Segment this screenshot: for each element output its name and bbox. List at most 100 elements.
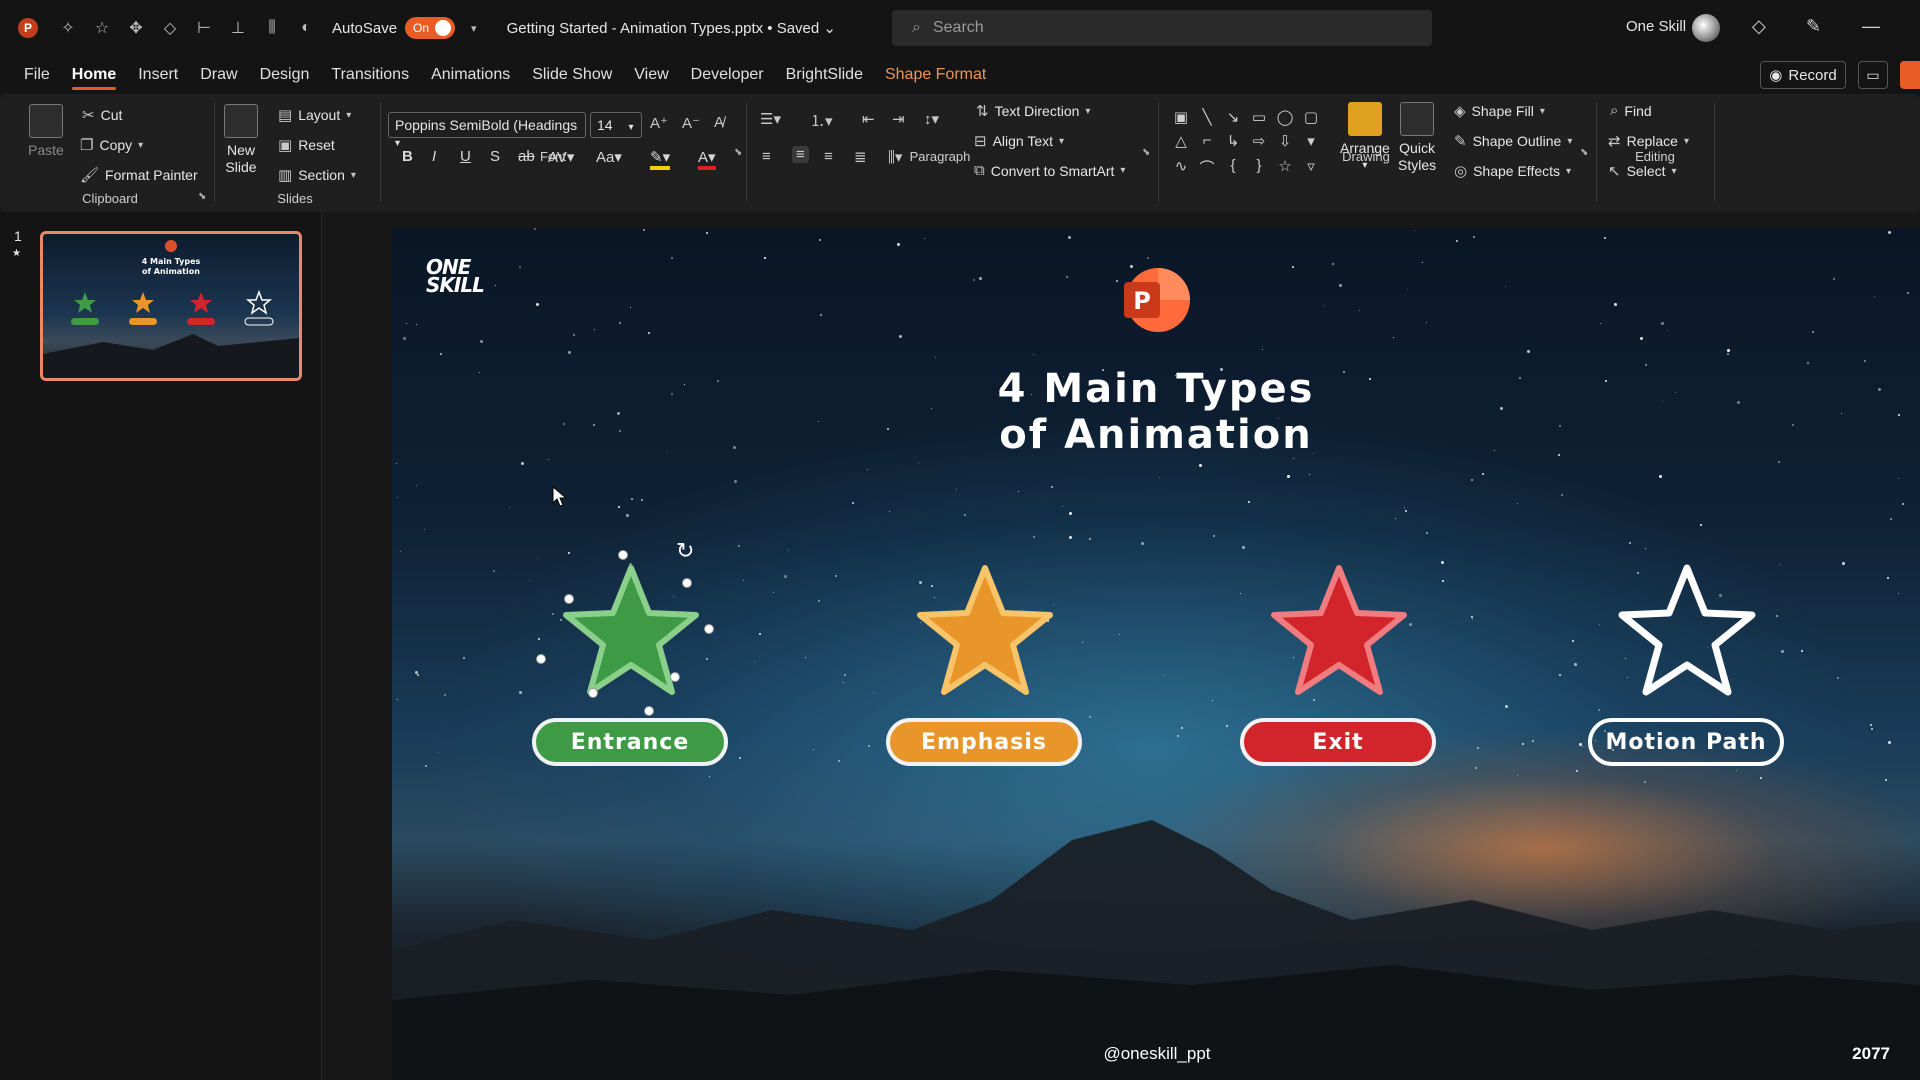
slide-title[interactable]: 4 Main Types of Animation	[806, 366, 1506, 458]
dialog-launcher-icon[interactable]: ⬊	[1142, 147, 1150, 158]
brace-right-shape-icon[interactable]: }	[1248, 157, 1270, 180]
motion-path-star[interactable]	[1612, 558, 1762, 708]
entrance-star[interactable]	[556, 558, 706, 708]
tab-shape-format[interactable]: Shape Format	[885, 60, 986, 90]
arrow-line-shape-icon[interactable]: ↘	[1222, 108, 1244, 128]
tab-file[interactable]: File	[24, 60, 50, 90]
brace-left-shape-icon[interactable]: {	[1222, 157, 1244, 180]
tab-developer[interactable]: Developer	[691, 60, 764, 90]
slide-thumbnail[interactable]: 4 Main Types of Animation	[40, 231, 302, 381]
paste-button[interactable]: Paste	[28, 104, 64, 159]
bullets-button[interactable]: ☰▾	[760, 110, 781, 128]
clear-formatting-button[interactable]: A̸	[714, 114, 724, 131]
star-dot	[897, 243, 901, 247]
curve-shape-icon[interactable]: ⌒	[1196, 157, 1218, 180]
tab-design[interactable]: Design	[260, 60, 310, 90]
exit-item[interactable]: Exit	[1240, 558, 1440, 798]
convert-smartart-button[interactable]: ⧉ Convert to SmartArt ▾	[974, 162, 1125, 179]
section-button[interactable]: ▥ Section ▾	[278, 166, 356, 184]
decrease-font-button[interactable]: A⁻	[682, 114, 700, 132]
more-shapes-icon[interactable]: ▾	[1300, 132, 1322, 152]
select-button[interactable]: ↖ Select ▾	[1608, 162, 1677, 180]
autosave: AutoSave On ▾	[332, 17, 477, 39]
tab-draw[interactable]: Draw	[200, 60, 237, 90]
align-left-icon[interactable]: ⊢	[194, 18, 214, 38]
dialog-launcher-icon[interactable]: ⬊	[1580, 147, 1588, 158]
chevron-down-icon: ▾	[395, 138, 401, 149]
tab-home[interactable]: Home	[71, 60, 117, 90]
shapes-gallery[interactable]: ▣ ╲ ↘ ▭ ◯ ▢ △ ⌐ ↳ ⇨ ⇩ ▾ ∿ ⌒ { } ☆ ▿	[1170, 108, 1326, 180]
slide[interactable]: ONE SKILL P 4 Main Types of Animation En…	[392, 228, 1920, 1080]
resize-handle[interactable]	[536, 654, 546, 664]
rectangle-shape-icon[interactable]: ▭	[1248, 108, 1270, 128]
increase-indent-button[interactable]: ⇥	[892, 110, 905, 128]
tab-view[interactable]: View	[634, 60, 668, 90]
distribute-icon[interactable]: ⫼	[262, 19, 282, 37]
align-center-icon[interactable]: ⊥	[228, 18, 248, 38]
right-arrow-shape-icon[interactable]: ⇨	[1248, 132, 1270, 152]
fill-icon[interactable]: ◐	[296, 19, 316, 37]
triangle-shape-icon[interactable]: △	[1170, 132, 1192, 152]
format-painter-button[interactable]: 🖌 Format Painter	[80, 166, 198, 184]
entrance-item[interactable]: Entrance ↻	[532, 538, 732, 798]
dialog-launcher-icon[interactable]: ⬊	[734, 147, 742, 158]
rounded-rect-shape-icon[interactable]: ▢	[1300, 108, 1322, 128]
exit-star[interactable]	[1264, 558, 1414, 708]
elbow-shape-icon[interactable]: ⌐	[1196, 132, 1218, 152]
tab-transitions[interactable]: Transitions	[331, 60, 409, 90]
align-text-button[interactable]: ⊟ Align Text ▾	[974, 132, 1064, 150]
textbox-shape-icon[interactable]: ▣	[1170, 108, 1192, 128]
magic-icon[interactable]: ✧	[58, 18, 78, 38]
increase-font-button[interactable]: A⁺	[650, 114, 668, 132]
font-family-select[interactable]: Poppins SemiBold (Headings ▾	[388, 112, 586, 149]
copy-button[interactable]: ❐ Copy ▾	[80, 136, 143, 154]
star-shape-icon[interactable]: ☆	[1274, 157, 1296, 180]
find-button[interactable]: ⌕ Find	[1610, 102, 1652, 119]
font-size-select[interactable]: 14 ▾	[590, 112, 642, 138]
expand-gallery-icon[interactable]: ▿	[1300, 157, 1322, 180]
numbering-button[interactable]: ⒈▾	[810, 110, 833, 131]
smartart-icon: ⧉	[974, 162, 985, 179]
comments-button[interactable]: ▭	[1858, 61, 1888, 89]
diamond-icon[interactable]: ◇	[1752, 16, 1766, 37]
elbow-arrow-shape-icon[interactable]: ↳	[1222, 132, 1244, 152]
pen-icon[interactable]: ✎	[1806, 16, 1821, 37]
emphasis-item[interactable]: Emphasis	[886, 558, 1086, 798]
freeform-shape-icon[interactable]: ∿	[1170, 157, 1192, 180]
tab-insert[interactable]: Insert	[138, 60, 178, 90]
tab-brightslide[interactable]: BrightSlide	[786, 60, 863, 90]
layout-button[interactable]: ▤ Layout ▾	[278, 106, 351, 124]
line-spacing-button[interactable]: ↕▾	[924, 110, 939, 128]
star-dot	[1456, 239, 1459, 242]
replace-button[interactable]: ⇄ Replace ▾	[1608, 132, 1689, 150]
shape-outline-button[interactable]: ✎ Shape Outline ▾	[1454, 132, 1572, 150]
line-shape-icon[interactable]: ╲	[1196, 108, 1218, 128]
customize-toolbar-icon[interactable]: ▾	[471, 22, 477, 35]
cut-button[interactable]: ✂ Cut	[82, 106, 122, 124]
emphasis-star[interactable]	[910, 558, 1060, 708]
document-title[interactable]: Getting Started - Animation Types.pptx •…	[507, 19, 836, 37]
new-slide-button[interactable]: New Slide	[224, 104, 258, 176]
text-direction-button[interactable]: ⇅ Text Direction ▾	[976, 102, 1090, 120]
dialog-launcher-icon[interactable]: ⬊	[198, 191, 206, 202]
down-arrow-shape-icon[interactable]: ⇩	[1274, 132, 1296, 152]
share-button[interactable]	[1900, 61, 1920, 89]
move-icon[interactable]: ✥	[126, 18, 146, 38]
shape-effects-button[interactable]: ◎ Shape Effects ▾	[1454, 162, 1571, 180]
star-dot	[671, 257, 674, 260]
tab-slide-show[interactable]: Slide Show	[532, 60, 612, 90]
record-button[interactable]: ◉ Record	[1760, 61, 1846, 89]
motion-path-item[interactable]: Motion Path	[1588, 558, 1788, 798]
oval-shape-icon[interactable]: ◯	[1274, 108, 1296, 128]
star-icon[interactable]: ☆	[92, 18, 112, 38]
shape-icon[interactable]: ◇	[160, 18, 180, 38]
search-input[interactable]: ⌕ Search	[892, 10, 1432, 46]
user-name[interactable]: One Skill	[1626, 18, 1686, 35]
decrease-indent-button[interactable]: ⇤	[862, 110, 875, 128]
autosave-toggle[interactable]: On	[405, 17, 456, 39]
reset-button[interactable]: ▣ Reset	[278, 136, 335, 154]
minimize-icon[interactable]: —	[1862, 16, 1880, 37]
shape-fill-button[interactable]: ◈ Shape Fill ▾	[1454, 102, 1545, 120]
avatar[interactable]	[1692, 14, 1720, 42]
tab-animations[interactable]: Animations	[431, 60, 510, 90]
